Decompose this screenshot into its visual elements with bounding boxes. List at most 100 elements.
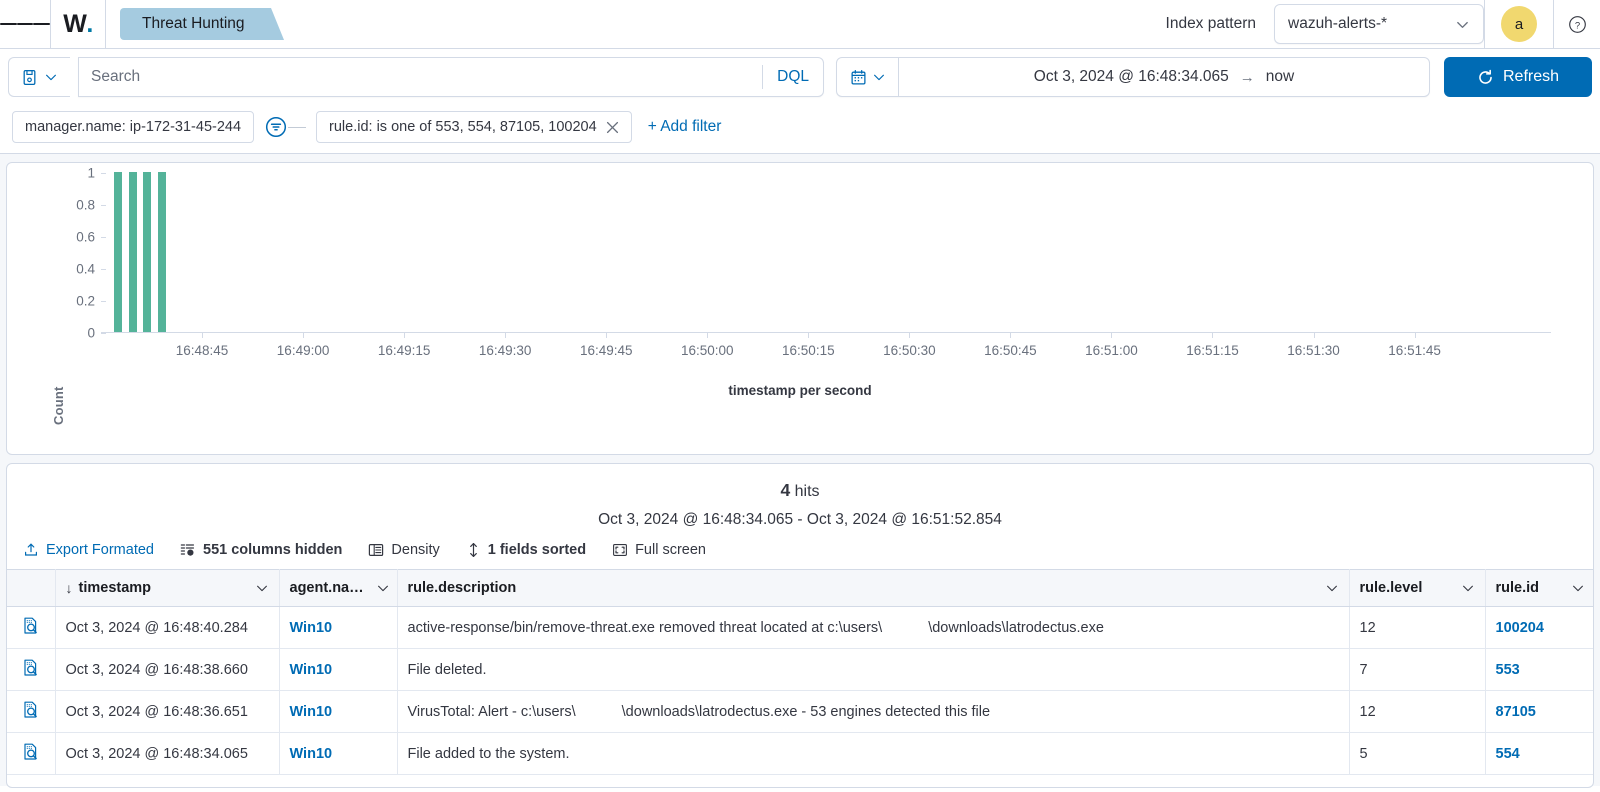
chart-y-tick-label: 0.8	[76, 197, 95, 213]
agent-name-link[interactable]: Win10	[290, 662, 333, 678]
column-header-timestamp[interactable]: ↓ timestamp	[55, 569, 280, 607]
results-table: ↓ timestamp agent.na… rule.description r…	[7, 569, 1593, 775]
chart-y-tick-label: 0	[87, 325, 95, 341]
chart-bar[interactable]	[128, 172, 137, 332]
table-header: ↓ timestamp agent.na… rule.description r…	[7, 569, 1593, 607]
chart-x-tick-label: 16:50:00	[680, 343, 734, 358]
chart-y-tick-mark	[101, 301, 106, 302]
wazuh-logo[interactable]: W.	[51, 0, 105, 48]
cell-rule-id[interactable]: 87105	[1485, 690, 1593, 733]
divider	[1484, 0, 1485, 48]
cell-agent-name[interactable]: Win10	[279, 648, 398, 691]
filter-pill-label: rule.id: is one of 553, 554, 87105, 1002…	[329, 119, 597, 135]
app-tab-threat-hunting[interactable]: Threat Hunting	[120, 8, 284, 40]
chart-y-tick-mark	[101, 237, 106, 238]
chart-x-tick-mark	[303, 333, 305, 338]
chevron-down-icon[interactable]	[255, 581, 269, 595]
inspect-document-button[interactable]	[7, 732, 56, 775]
columns-hidden-button[interactable]: 551 columns hidden	[180, 542, 342, 558]
filter-pill-rule-id[interactable]: rule.id: is one of 553, 554, 87105, 1002…	[316, 111, 632, 143]
filter-icon[interactable]	[264, 115, 288, 139]
column-header-label: rule.id	[1495, 580, 1540, 596]
agent-name-link[interactable]: Win10	[290, 746, 333, 762]
full-screen-button[interactable]: Full screen	[612, 542, 706, 558]
chart-x-tick-mark	[1212, 333, 1214, 338]
chevron-down-icon[interactable]	[1571, 581, 1585, 595]
chart-bar[interactable]	[114, 172, 123, 332]
inspect-document-button[interactable]	[7, 648, 56, 691]
chevron-down-icon[interactable]	[376, 581, 390, 595]
cell-agent-name[interactable]: Win10	[279, 732, 398, 775]
table-row[interactable]: Oct 3, 2024 @ 16:48:36.651 Win10 VirusTota…	[7, 690, 1593, 733]
chart-x-tick-mark	[1414, 333, 1416, 338]
index-pattern-value: wazuh-alerts-*	[1288, 15, 1388, 32]
rule-id-link[interactable]: 554	[1496, 746, 1520, 762]
logo-dot: .	[86, 9, 93, 38]
refresh-button[interactable]: Refresh	[1444, 57, 1592, 97]
chart-x-tick-label: 16:51:00	[1085, 343, 1138, 358]
date-range-display[interactable]: Oct 3, 2024 @ 16:48:34.065 → now	[899, 68, 1429, 86]
chart-bar[interactable]	[143, 172, 152, 332]
hits-count: 4	[780, 480, 791, 500]
chart-y-tick-label: 1	[87, 165, 95, 181]
chevron-down-icon[interactable]	[1325, 581, 1339, 595]
table-row[interactable]: Oct 3, 2024 @ 16:48:34.065 Win10 File adde…	[7, 732, 1593, 775]
rule-id-link[interactable]: 87105	[1496, 704, 1536, 720]
chart-x-tick-label: 16:50:15	[782, 343, 835, 358]
cell-rule-description: VirusTotal: Alert - c:\users\ \downloads\…	[397, 690, 1350, 733]
rule-id-link[interactable]: 100204	[1496, 620, 1544, 636]
page-body: Count 0 0.2 0.4 0.6 0.8 1 16:48:45 16:49:00 16:…	[0, 154, 1600, 788]
date-picker: Oct 3, 2024 @ 16:48:34.065 → now	[836, 57, 1430, 97]
agent-name-link[interactable]: Win10	[290, 620, 333, 636]
results-panel: 4 hits Oct 3, 2024 @ 16:48:34.065 - Oct …	[6, 463, 1594, 788]
column-header-label: rule.description	[407, 580, 517, 596]
chart-bar[interactable]	[157, 172, 166, 332]
cell-rule-id[interactable]: 553	[1485, 648, 1593, 691]
inspect-document-button[interactable]	[7, 606, 56, 649]
cell-rule-id[interactable]: 554	[1485, 732, 1593, 775]
filter-pill-manager-name[interactable]: manager.name: ip-172-31-45-244	[12, 111, 255, 143]
column-header-rule-description[interactable]: rule.description	[397, 569, 1350, 607]
date-to[interactable]: now	[1266, 68, 1294, 86]
chart-x-tick-mark	[1313, 333, 1315, 338]
fields-sorted-button[interactable]: 1 fields sorted	[466, 542, 586, 558]
rule-id-link[interactable]: 553	[1496, 662, 1520, 678]
chart-x-tick-mark	[1111, 333, 1113, 338]
add-filter-button[interactable]: + Add filter	[648, 118, 722, 136]
column-header-rule-level[interactable]: rule.level	[1349, 569, 1486, 607]
inspect-document-icon	[21, 700, 41, 720]
column-header-agent-name[interactable]: agent.na…	[279, 569, 398, 607]
column-header-rule-id[interactable]: rule.id	[1485, 569, 1593, 607]
chart-x-tick-mark	[202, 333, 204, 338]
chart-x-tick-label: 16:51:45	[1388, 343, 1441, 358]
cell-rule-id[interactable]: 100204	[1485, 606, 1593, 649]
calendar-icon-button[interactable]	[837, 58, 899, 96]
query-language-button[interactable]: DQL	[762, 65, 823, 89]
inspect-document-button[interactable]	[7, 690, 56, 733]
index-pattern-select[interactable]: wazuh-alerts-*	[1274, 4, 1484, 44]
saved-query-button[interactable]	[8, 57, 70, 97]
date-from[interactable]: Oct 3, 2024 @ 16:48:34.065	[1034, 68, 1229, 86]
table-row[interactable]: Oct 3, 2024 @ 16:48:40.284 Win10 active-re…	[7, 606, 1593, 649]
refresh-icon	[1477, 69, 1494, 86]
avatar[interactable]: a	[1501, 6, 1537, 42]
search-input[interactable]	[79, 68, 763, 86]
chart-plot-area	[101, 172, 1551, 334]
chart-x-tick-label: 16:51:15	[1186, 343, 1239, 358]
chart-x-tick-label: 16:51:30	[1287, 343, 1340, 358]
close-icon[interactable]	[606, 121, 619, 134]
chevron-down-icon[interactable]	[1461, 581, 1475, 595]
chevron-down-icon	[44, 70, 58, 84]
export-formatted-button[interactable]: Export Formated	[23, 542, 154, 558]
table-row[interactable]: Oct 3, 2024 @ 16:48:38.660 Win10 File dele…	[7, 648, 1593, 691]
menu-icon[interactable]	[0, 0, 51, 48]
chart-x-tick-label: 16:50:30	[883, 343, 936, 358]
chart-y-tick-mark	[101, 269, 106, 270]
cell-agent-name[interactable]: Win10	[279, 690, 398, 733]
chart-y-tick-label: 0.2	[76, 293, 95, 309]
help-icon[interactable]: ?	[1554, 0, 1600, 48]
agent-name-link[interactable]: Win10	[290, 704, 333, 720]
density-button[interactable]: Density	[368, 542, 440, 558]
cell-agent-name[interactable]: Win10	[279, 606, 398, 649]
cell-timestamp: Oct 3, 2024 @ 16:48:34.065	[55, 732, 280, 775]
